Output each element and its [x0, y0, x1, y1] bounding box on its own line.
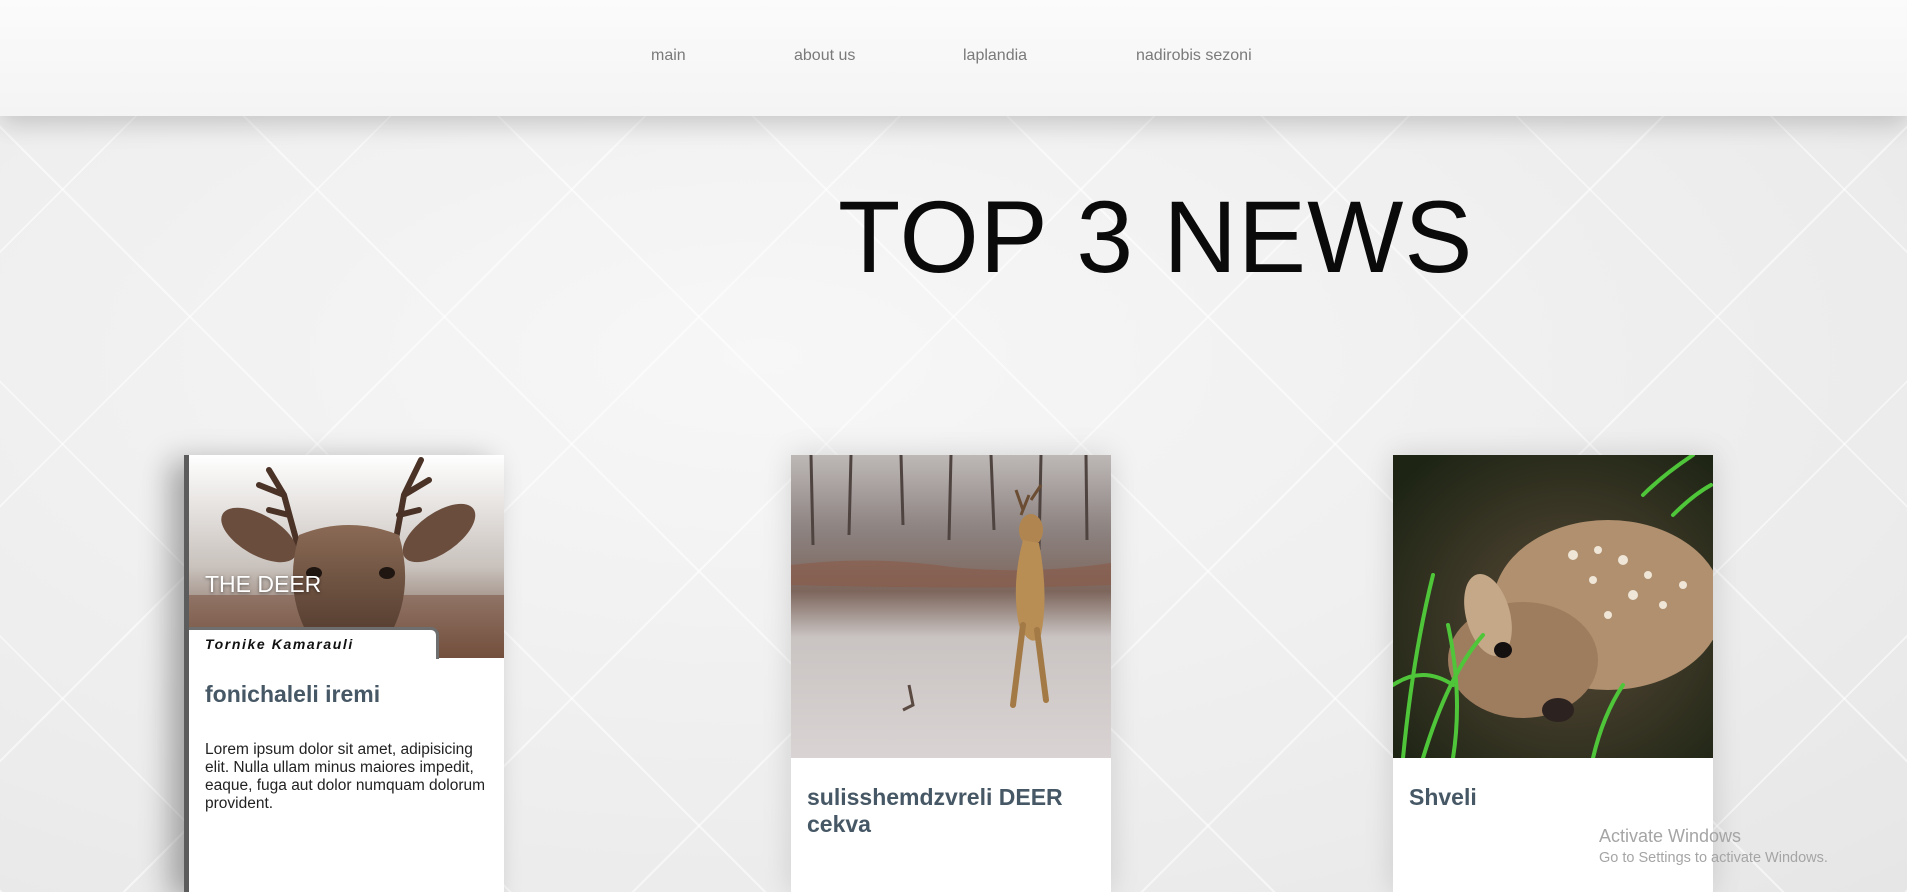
activate-windows-watermark: Activate Windows Go to Settings to activ…	[1599, 826, 1828, 866]
nav-link-nadirobis-sezoni[interactable]: nadirobis sezoni	[1136, 47, 1252, 65]
page-scrollbar[interactable]	[1900, 0, 1907, 892]
card-title[interactable]: fonichaleli iremi	[205, 681, 490, 708]
top-navbar: main about us laplandia nadirobis sezoni	[0, 0, 1907, 116]
nav-link-main[interactable]: main	[651, 47, 686, 65]
card-title[interactable]: Shveli	[1409, 784, 1694, 811]
card-body-text: Lorem ipsum dolor sit amet, adipisicing …	[205, 741, 486, 812]
fawn-image	[1393, 455, 1713, 760]
news-card-1[interactable]: THE DEER Tornike Kamarauli fonichaleli i…	[184, 455, 504, 892]
news-card-2[interactable]: sulisshemdzvreli DEER cekva	[791, 455, 1111, 892]
card-overlay-title: THE DEER	[205, 571, 322, 597]
watermark-title: Activate Windows	[1599, 826, 1742, 846]
page-title: TOP 3 NEWS	[838, 180, 1474, 294]
author-tab: Tornike Kamarauli	[189, 627, 439, 659]
deer-jumping-illustration	[791, 455, 1111, 758]
watermark-subtitle: Go to Settings to activate Windows.	[1599, 850, 1828, 866]
nav-link-laplandia[interactable]: laplandia	[963, 47, 1027, 65]
nav-link-about-us[interactable]: about us	[794, 47, 855, 65]
deer-jumping-image	[791, 455, 1111, 758]
fawn-illustration	[1393, 455, 1713, 760]
card-title[interactable]: sulisshemdzvreli DEER cekva	[807, 784, 1092, 838]
